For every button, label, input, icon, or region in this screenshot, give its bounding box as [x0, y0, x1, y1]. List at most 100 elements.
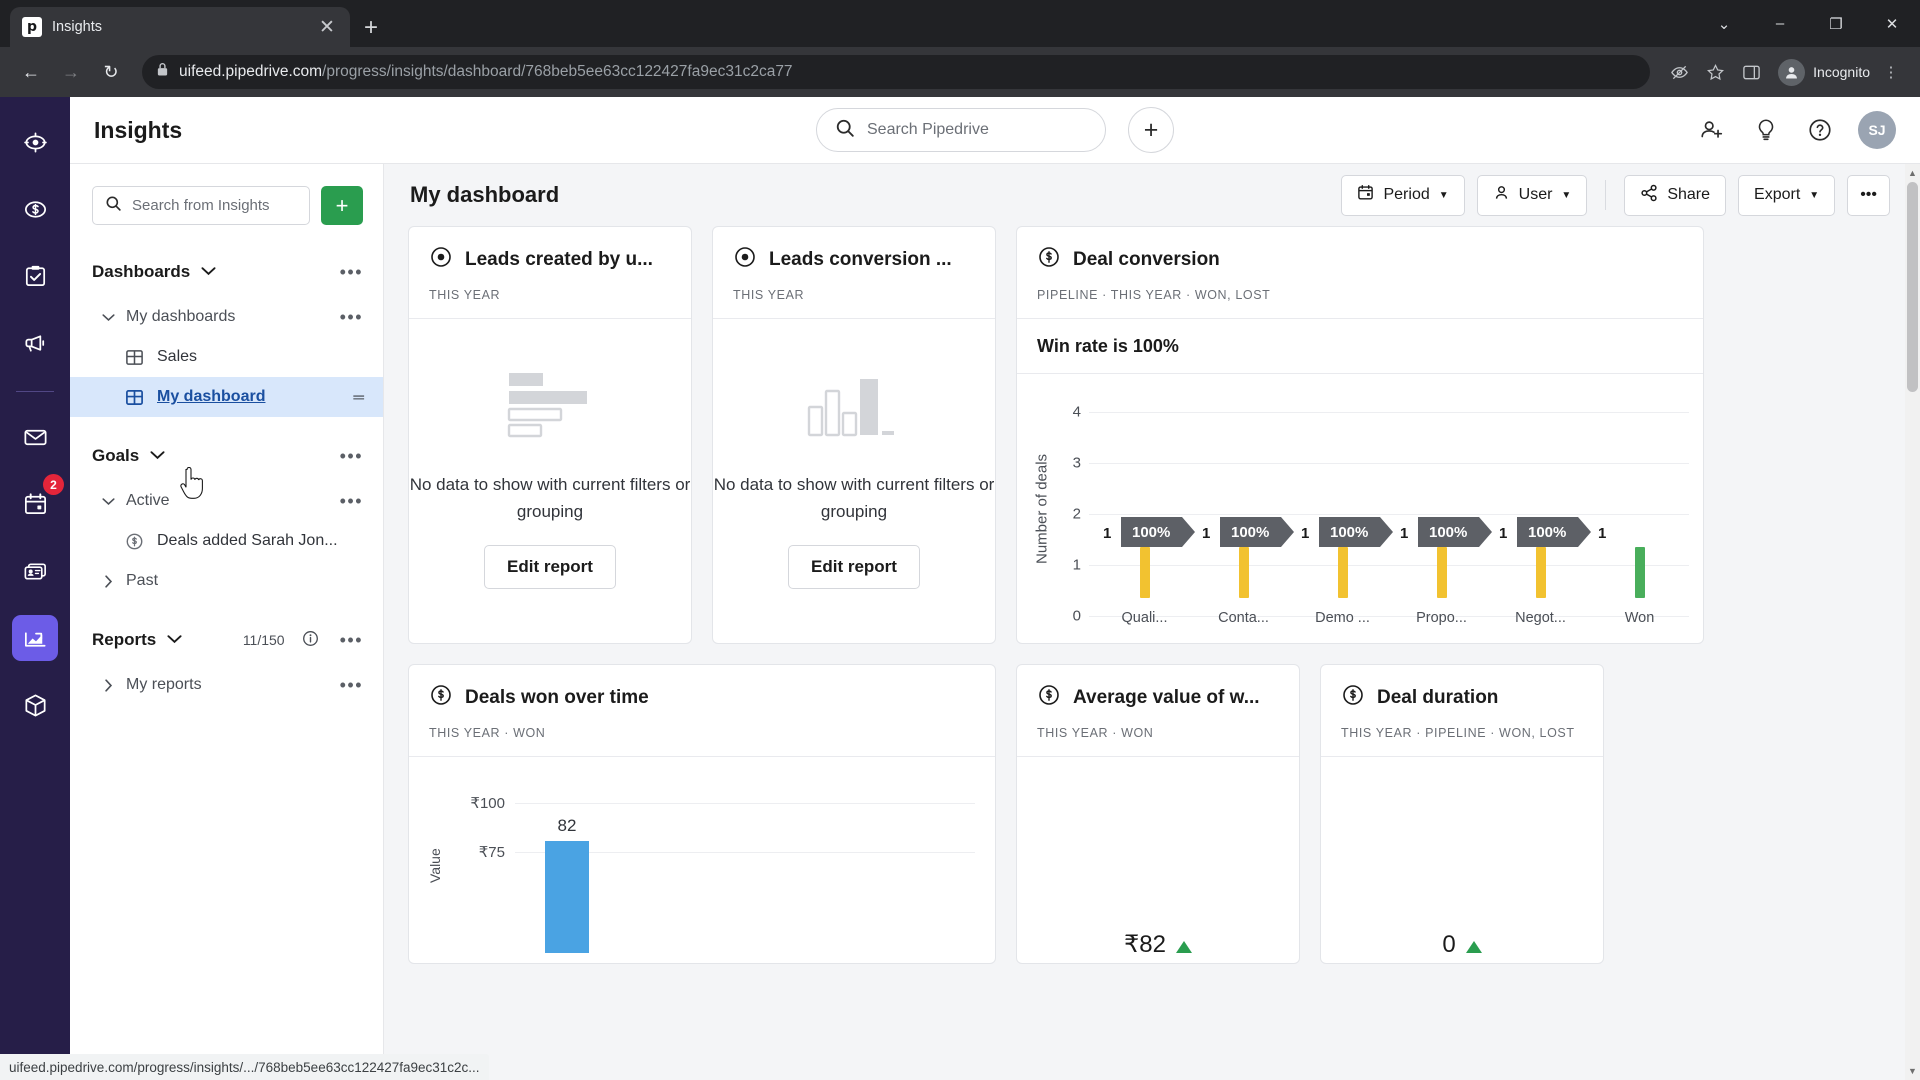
rail-item-leads[interactable]: [12, 119, 58, 165]
scroll-down-arrow-icon[interactable]: ▼: [1905, 1062, 1920, 1080]
rail-item-contacts[interactable]: [12, 548, 58, 594]
report-card-deals-won-over-time[interactable]: Deals won over time THIS YEAR · WON Valu…: [408, 664, 996, 964]
chevron-down-icon[interactable]: ⌄: [1696, 0, 1752, 47]
share-button[interactable]: Share: [1624, 174, 1727, 216]
rail-item-calendar[interactable]: 2: [12, 474, 64, 527]
quick-add-button[interactable]: +: [1128, 107, 1174, 153]
close-icon[interactable]: ✕: [316, 18, 338, 37]
chevron-down-icon[interactable]: [100, 497, 116, 506]
funnel-stage-column[interactable]: 1 100%: [1491, 390, 1590, 598]
reload-icon[interactable]: ↻: [94, 55, 128, 89]
side-panel-icon[interactable]: [1736, 57, 1766, 87]
tree-group-active-goals[interactable]: Active •••: [70, 481, 383, 521]
insights-search-input[interactable]: Search from Insights: [92, 186, 310, 225]
dollar-circle-icon: [1037, 245, 1061, 274]
funnel-stage-column[interactable]: 1 100%: [1392, 390, 1491, 598]
report-card-deal-conversion[interactable]: Deal conversion PIPELINE · THIS YEAR · W…: [1016, 226, 1704, 644]
my-reports-menu-button[interactable]: •••: [340, 675, 363, 696]
dashboard-more-button[interactable]: •••: [1847, 174, 1890, 216]
edit-report-button[interactable]: Edit report: [484, 544, 616, 589]
active-goals-menu-button[interactable]: •••: [340, 491, 363, 512]
bar[interactable]: [1436, 547, 1447, 598]
scroll-up-arrow-icon[interactable]: ▲: [1905, 164, 1920, 182]
report-card-leads-conversion[interactable]: Leads conversion ... THIS YEAR No data t…: [712, 226, 996, 644]
card-title-row: Deal duration: [1341, 683, 1583, 712]
kebab-menu-icon[interactable]: ⋮: [1876, 57, 1906, 87]
report-card-average-value-of-won[interactable]: Average value of w... THIS YEAR · WON ₹8…: [1016, 664, 1300, 964]
star-icon[interactable]: [1700, 57, 1730, 87]
chart-x-labels: Quali... Conta... Demo ... Propo... Nego…: [1095, 610, 1689, 626]
chevron-right-icon[interactable]: [100, 678, 116, 692]
tree-group-label: My dashboards: [126, 308, 236, 325]
chevron-right-icon[interactable]: [100, 574, 116, 588]
report-card-deal-duration[interactable]: Deal duration THIS YEAR · PIPELINE · WON…: [1320, 664, 1604, 964]
rail-item-insights[interactable]: [12, 615, 58, 661]
section-header-reports[interactable]: Reports 11/150 •••: [70, 623, 383, 657]
rail-item-mail[interactable]: [12, 414, 58, 460]
bar[interactable]: [1238, 547, 1249, 598]
funnel-stage-column[interactable]: 1 100%: [1194, 390, 1293, 598]
tree-group-my-dashboards[interactable]: My dashboards •••: [70, 297, 383, 337]
sidebar-item-label: Sales: [157, 348, 198, 365]
rail-item-deals[interactable]: [12, 186, 58, 232]
add-user-icon[interactable]: [1696, 114, 1728, 146]
browser-tab[interactable]: p Insights ✕: [10, 7, 350, 47]
sidebar-item-sales[interactable]: Sales: [70, 337, 383, 377]
bar[interactable]: [1337, 547, 1348, 598]
my-dashboards-menu-button[interactable]: •••: [340, 307, 363, 328]
dashboards-menu-button[interactable]: •••: [340, 262, 363, 283]
back-icon[interactable]: ←: [14, 55, 48, 89]
forward-icon[interactable]: →: [54, 55, 88, 89]
maximize-icon[interactable]: ❐: [1808, 0, 1864, 47]
reports-menu-button[interactable]: •••: [340, 630, 363, 651]
tree-group-label: Past: [126, 572, 159, 589]
chevron-down-icon[interactable]: [100, 313, 116, 322]
scrollbar-thumb[interactable]: [1907, 182, 1918, 392]
add-insight-button[interactable]: +: [321, 186, 363, 225]
drag-handle-icon[interactable]: ═: [353, 389, 364, 406]
funnel-stage-column[interactable]: 1 100%: [1095, 390, 1194, 598]
address-bar[interactable]: uifeed.pipedrive.com/progress/insights/d…: [142, 55, 1651, 89]
global-search-placeholder: Search Pipedrive: [867, 121, 989, 138]
close-window-icon[interactable]: ✕: [1864, 0, 1920, 47]
lightbulb-icon[interactable]: [1750, 114, 1782, 146]
section-header-goals[interactable]: Goals •••: [70, 439, 383, 473]
export-button[interactable]: Export ▼: [1738, 174, 1836, 216]
section-header-dashboards[interactable]: Dashboards •••: [70, 255, 383, 289]
rail-item-campaigns[interactable]: [12, 320, 58, 366]
minimize-icon[interactable]: –: [1752, 0, 1808, 47]
bar[interactable]: [545, 841, 589, 953]
rail-item-products[interactable]: [12, 682, 58, 728]
help-circle-icon[interactable]: [1804, 114, 1836, 146]
vertical-scrollbar[interactable]: ▲ ▼: [1905, 164, 1920, 1080]
info-icon[interactable]: [302, 630, 319, 650]
incognito-indicator[interactable]: Incognito: [1778, 58, 1870, 86]
global-search-input[interactable]: Search Pipedrive: [816, 108, 1106, 152]
sidebar-item-goal-deals-added[interactable]: Deals added Sarah Jon...: [70, 521, 383, 561]
bar[interactable]: [1535, 547, 1546, 598]
chevron-down-icon[interactable]: [201, 263, 216, 281]
url-domain: uifeed.pipedrive.com: [179, 63, 323, 80]
chevron-down-icon[interactable]: [167, 631, 182, 649]
goals-menu-button[interactable]: •••: [340, 446, 363, 467]
bar-column[interactable]: 82: [521, 779, 613, 953]
tree-group-past-goals[interactable]: Past: [70, 561, 383, 601]
user-filter-button[interactable]: User ▼: [1476, 174, 1588, 216]
report-card-leads-created-by-user[interactable]: Leads created by u... THIS YEAR No data …: [408, 226, 692, 644]
funnel-stage-column[interactable]: 1 100%: [1293, 390, 1392, 598]
y-tick-label: ₹100: [470, 794, 505, 812]
new-tab-button[interactable]: +: [364, 16, 378, 40]
sidebar-item-my-dashboard[interactable]: My dashboard ═: [70, 377, 383, 417]
bar[interactable]: [1634, 547, 1645, 598]
rail-item-activities[interactable]: [12, 253, 58, 299]
edit-report-button[interactable]: Edit report: [788, 544, 920, 589]
period-filter-button[interactable]: Period ▼: [1341, 174, 1465, 216]
funnel-stage-column[interactable]: 1: [1590, 390, 1689, 598]
card-meta: THIS YEAR · WON: [429, 726, 546, 740]
bar[interactable]: [1139, 547, 1150, 598]
avatar[interactable]: SJ: [1858, 111, 1896, 149]
chevron-down-icon[interactable]: [150, 447, 165, 465]
conversion-chevron: 100%: [1220, 517, 1294, 547]
eye-slash-icon[interactable]: [1664, 57, 1694, 87]
tree-group-my-reports[interactable]: My reports •••: [70, 665, 383, 705]
